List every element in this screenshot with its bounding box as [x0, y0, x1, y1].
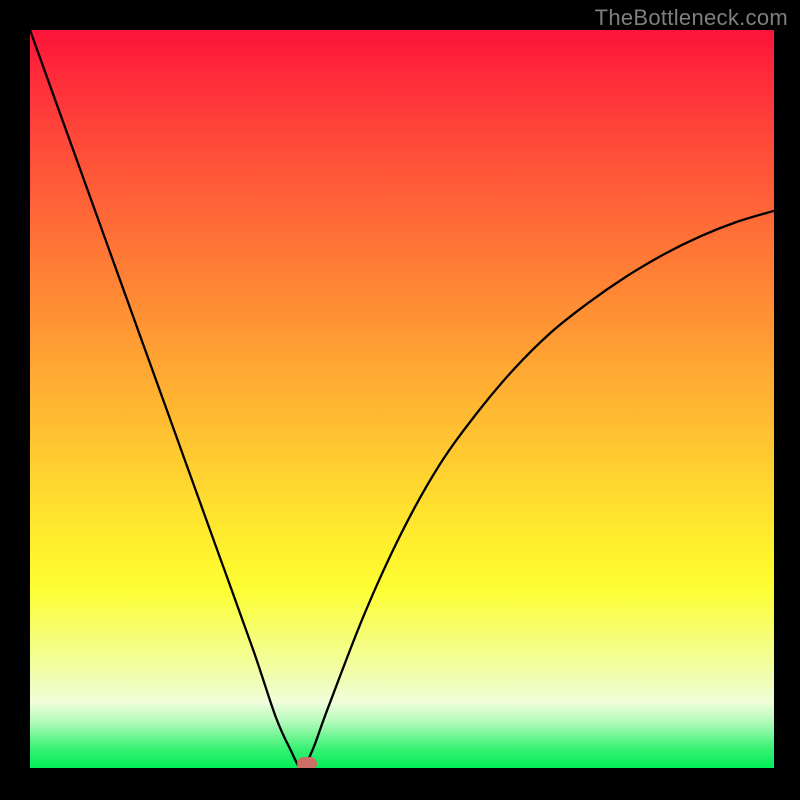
watermark-label: TheBottleneck.com [595, 5, 788, 31]
bottleneck-curve [30, 30, 774, 768]
plot-area [30, 30, 774, 768]
curve-svg [30, 30, 774, 768]
optimum-marker [297, 757, 317, 768]
